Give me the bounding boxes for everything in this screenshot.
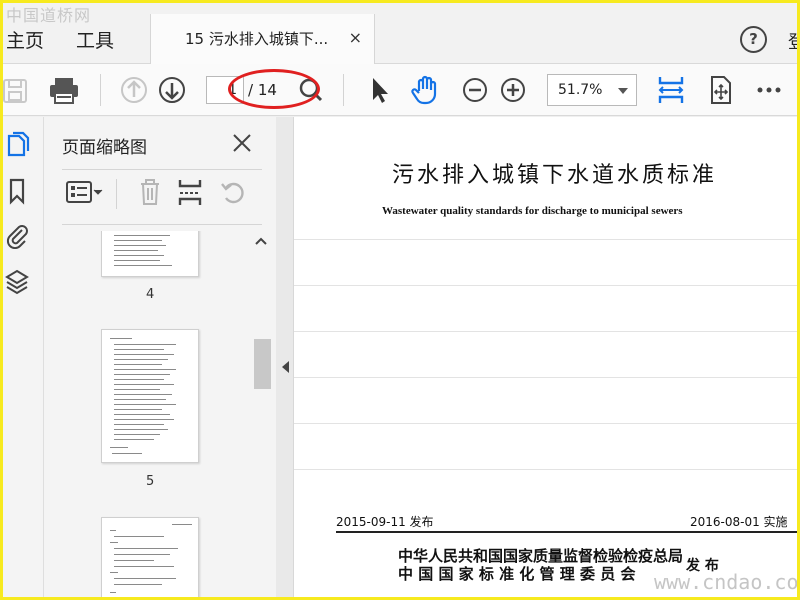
issuer-line-2: 中 国 国 家 标 准 化 管 理 委 员 会 (398, 565, 636, 583)
save-icon[interactable] (0, 73, 34, 107)
page-thumbnails-icon[interactable] (4, 131, 30, 159)
page-rule (294, 239, 800, 240)
delete-icon[interactable] (135, 175, 165, 209)
panel-title: 页面缩略图 (62, 138, 147, 158)
menu-tools[interactable]: 工具 (76, 26, 114, 53)
page-rule (294, 377, 800, 378)
chevron-down-icon (618, 88, 628, 94)
panel-divider (62, 169, 262, 170)
zoom-in-icon[interactable] (496, 73, 530, 107)
page-rule (294, 469, 800, 470)
collapse-panel-icon[interactable] (282, 361, 289, 373)
document-page: 污水排入城镇下水道水质标准 Wastewater quality standar… (294, 117, 800, 600)
fit-page-icon[interactable] (654, 73, 688, 107)
panel-divider (62, 224, 262, 225)
help-icon[interactable]: ? (740, 26, 767, 53)
page-bottom-rule (336, 531, 800, 533)
panel-splitter[interactable] (276, 117, 294, 600)
hand-tool-icon[interactable] (409, 73, 443, 107)
toolbar: 1 / 14 51.7% (0, 64, 800, 116)
previous-page-icon[interactable] (117, 73, 151, 107)
thumbnails-list: 4 5 (44, 231, 276, 600)
close-icon[interactable] (230, 131, 254, 155)
document-title: 污水排入城镇下水道水质标准 (392, 163, 718, 188)
thumbnail-panel: 页面缩略图 4 5 (44, 117, 276, 600)
select-cursor-icon[interactable] (363, 73, 397, 107)
navigation-rail (0, 117, 44, 600)
thumbnail-scrollbar[interactable] (252, 231, 271, 600)
bookmarks-icon[interactable] (4, 177, 30, 205)
zoom-level-select[interactable]: 51.7% (547, 74, 637, 106)
scroll-up-icon[interactable] (255, 235, 267, 247)
watermark-logo: 中国道桥网 (6, 6, 92, 25)
highlight-ellipse (228, 69, 320, 109)
more-options-icon[interactable] (752, 73, 786, 107)
next-page-icon[interactable] (155, 73, 189, 107)
document-tab[interactable]: 15 污水排入城镇下... × (150, 14, 375, 65)
thumbnail-options-icon[interactable] (64, 175, 104, 209)
release-date: 2015-09-11 发布 (336, 515, 434, 529)
thumbnail-page[interactable] (101, 231, 199, 277)
document-subtitle: Wastewater quality standards for dischar… (382, 205, 683, 217)
page-rule (294, 285, 800, 286)
effective-date: 2016-08-01 实施 (690, 515, 788, 529)
thumbnail-page[interactable] (101, 517, 199, 600)
watermark-url: www.cndao.com (654, 570, 800, 594)
scrollbar-thumb[interactable] (254, 339, 271, 389)
page-rule (294, 423, 800, 424)
toolbar-divider (116, 179, 117, 209)
thumbnail-page[interactable] (101, 329, 199, 463)
menu-home[interactable]: 主页 (6, 26, 44, 53)
thumbnail-page-number: 5 (146, 474, 155, 489)
zoom-out-icon[interactable] (458, 73, 492, 107)
tab-close-icon[interactable]: × (349, 28, 362, 47)
sign-in-link[interactable]: 登 (788, 28, 800, 54)
toolbar-divider (100, 74, 101, 106)
print-icon[interactable] (47, 73, 81, 107)
page-move-icon[interactable] (704, 73, 738, 107)
document-tab-label: 15 污水排入城镇下... (185, 30, 329, 48)
menu-bar: 中国道桥网 主页 工具 15 污水排入城镇下... × ? 登 (0, 0, 800, 65)
zoom-level-value: 51.7% (558, 82, 603, 98)
toolbar-divider (343, 74, 344, 106)
page-rule (294, 331, 800, 332)
rotate-icon[interactable] (218, 175, 248, 209)
page-fit-icon[interactable] (175, 175, 205, 209)
layers-icon[interactable] (4, 267, 30, 295)
attachments-icon[interactable] (4, 221, 30, 249)
thumbnail-page-number: 4 (146, 287, 155, 302)
